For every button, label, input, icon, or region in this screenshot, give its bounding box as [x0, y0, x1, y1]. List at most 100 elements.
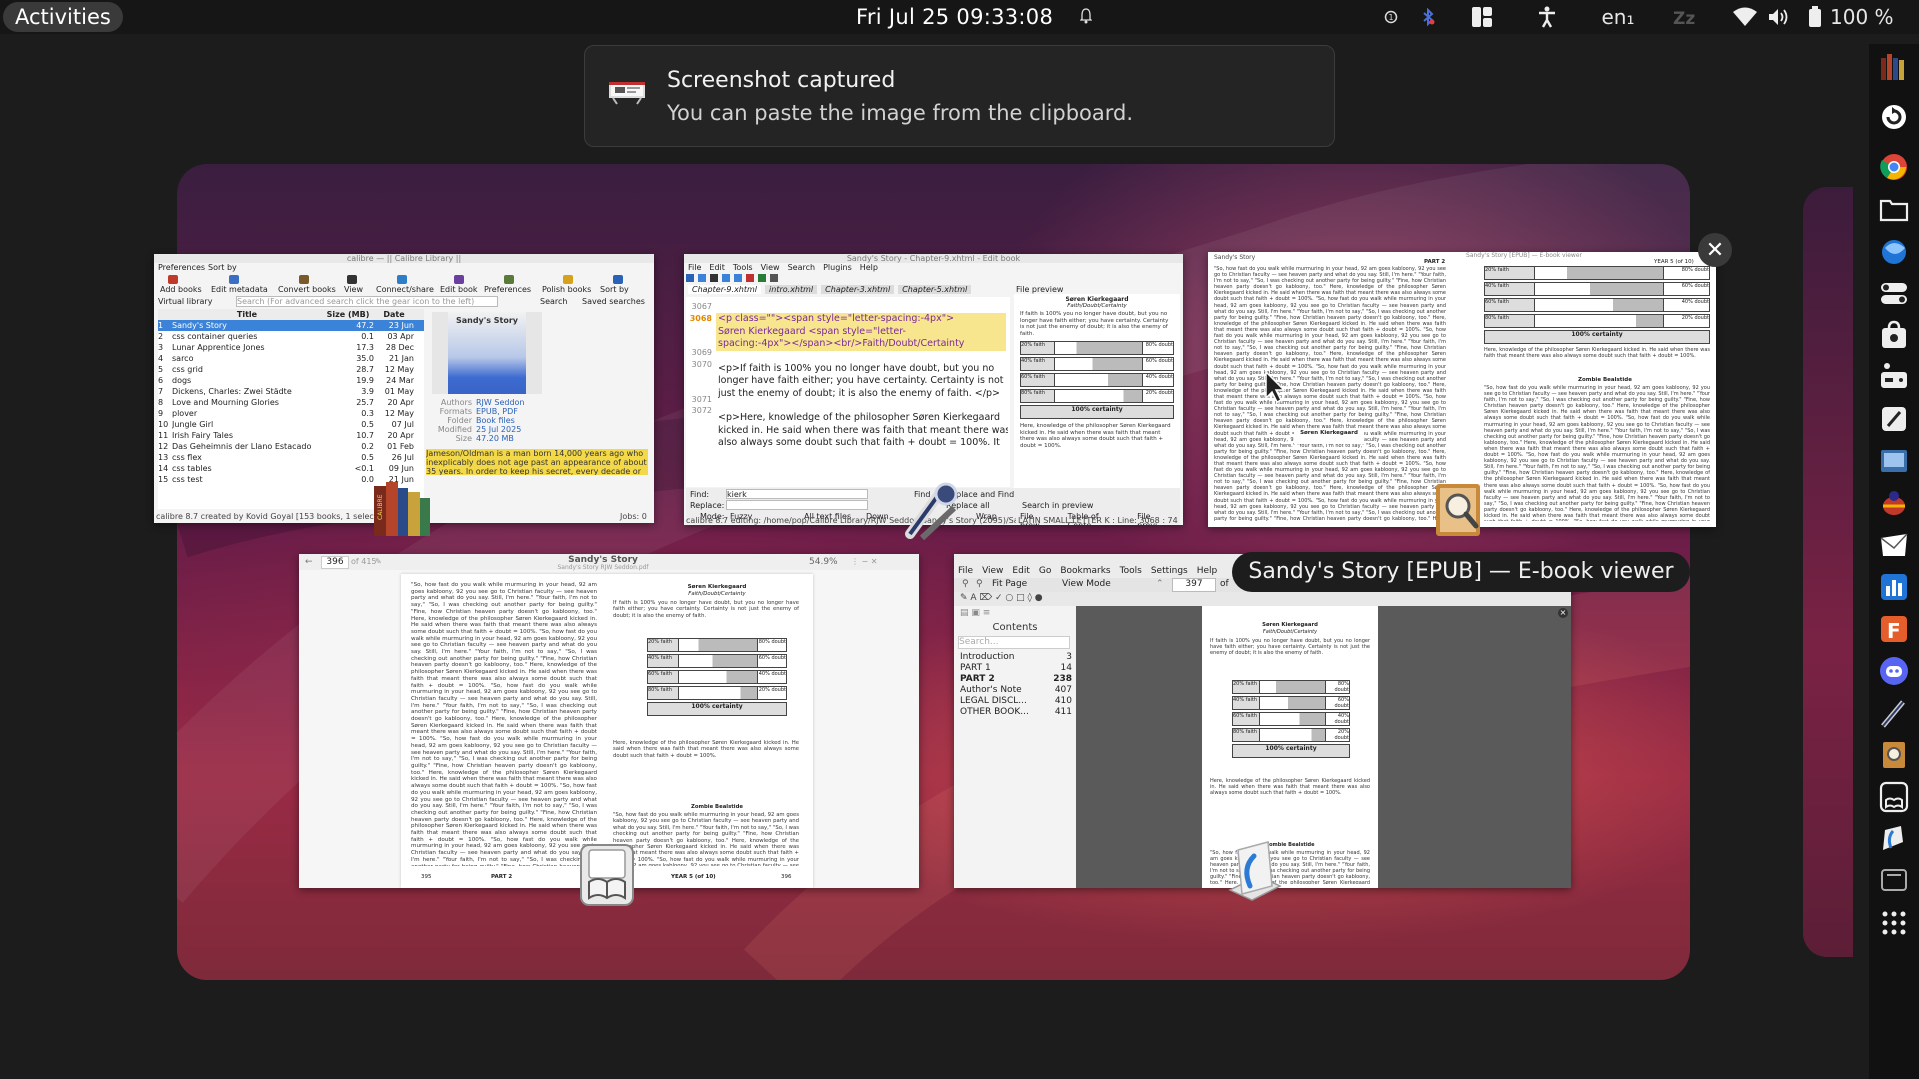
toolbar-edit-book[interactable]: Edit book: [440, 285, 478, 294]
detail-value[interactable]: RJW Seddon: [476, 398, 525, 407]
battery-percentage[interactable]: 100 %: [1830, 0, 1910, 34]
toolbar-sort-by[interactable]: Sort by: [600, 285, 629, 294]
table-row[interactable]: 6 dogs 19.9 24 Mar: [158, 375, 424, 386]
sleep-icon[interactable]: Zz: [1670, 0, 1700, 34]
close-sidebar-icon[interactable]: ×: [1558, 608, 1568, 618]
chrome-icon[interactable]: [1877, 150, 1911, 184]
font-icon[interactable]: F: [1877, 612, 1911, 646]
zoom-out-icon[interactable]: ⚲: [976, 579, 983, 589]
toggle-icon[interactable]: [1877, 276, 1911, 310]
discord-icon[interactable]: [1877, 654, 1911, 688]
save-icon[interactable]: [710, 274, 718, 282]
window-pdf-reader[interactable]: ← 396 of 415 ✎ Sandy's Story Sandy's Sto…: [299, 554, 919, 888]
toc-item[interactable]: PART 2 238: [960, 674, 1072, 685]
toc-item[interactable]: LEGAL DISCL... 410: [960, 696, 1072, 707]
saved-searches-button[interactable]: Saved searches: [582, 297, 645, 306]
menu-preferences[interactable]: Preferences: [158, 263, 205, 272]
toolbar-convert-books[interactable]: Convert books: [278, 285, 336, 294]
menu-sort-by[interactable]: Sort by: [208, 263, 237, 272]
page-number-input[interactable]: 396: [321, 556, 349, 569]
next-workspace-preview[interactable]: [1803, 187, 1853, 957]
mail-icon[interactable]: [1877, 528, 1911, 562]
editor-menu-item[interactable]: Tools: [733, 263, 753, 272]
table-row[interactable]: 2 css container queries 0.1 03 Apr: [158, 331, 424, 342]
table-row[interactable]: 5 css grid 28.7 12 May: [158, 364, 424, 375]
toc-item[interactable]: Introduction 3: [960, 652, 1072, 663]
reader-icon[interactable]: [1877, 780, 1911, 814]
accessibility-icon[interactable]: [1534, 0, 1560, 34]
table-row[interactable]: 11 Irish Fairy Tales 10.7 20 Apr: [158, 430, 424, 441]
preview-search-input[interactable]: Search in preview: [1022, 501, 1093, 510]
heart-icon[interactable]: [746, 274, 754, 282]
open-icon[interactable]: [698, 274, 706, 282]
detail-value[interactable]: Book files: [476, 416, 515, 425]
editor-menu-item[interactable]: Plugins: [823, 263, 852, 272]
editor-menu-item[interactable]: Search: [788, 263, 815, 272]
okular-menu-item[interactable]: File: [958, 566, 973, 576]
view-mode-select[interactable]: View Mode: [1062, 579, 1111, 589]
okular-menu-item[interactable]: Edit: [1012, 566, 1029, 576]
okular-menu-item[interactable]: Settings: [1151, 566, 1188, 576]
okular-dock-icon[interactable]: [1877, 822, 1911, 856]
window-document-viewer[interactable]: File View Edit Go Bookmarks Tools Settings Help…: [954, 554, 1571, 888]
table-row[interactable]: 12 Das Geheimnis der Llano Estacado 0.2 01 …: [158, 441, 424, 452]
editor-menu-item[interactable]: Edit: [709, 263, 725, 272]
files-icon[interactable]: [1877, 192, 1911, 226]
column-date[interactable]: Date: [374, 310, 414, 319]
search-button[interactable]: Search: [540, 297, 567, 306]
bluetooth-icon[interactable]: [1416, 0, 1440, 34]
toolbar-connect-share[interactable]: Connect/share: [376, 285, 434, 294]
check-icon[interactable]: [758, 274, 766, 282]
back-icon[interactable]: ←: [305, 557, 313, 567]
refresh-icon[interactable]: [1877, 100, 1911, 134]
ebook-icon[interactable]: [1877, 738, 1911, 772]
table-row[interactable]: 14 css tables <0.1 09 Jun: [158, 463, 424, 474]
annotation-tools[interactable]: ✎ A ⌦ ✓ ○ □ ◊ ●: [960, 593, 1043, 603]
column-title[interactable]: Title: [172, 310, 322, 319]
editor-menu-item[interactable]: File: [688, 263, 701, 272]
pdf-page[interactable]: "So, how fast do you walk while murmurin…: [401, 574, 813, 888]
replace-input[interactable]: [726, 500, 868, 510]
toolbar-add-books[interactable]: Add books: [160, 285, 202, 294]
wifi-icon[interactable]: [1731, 0, 1759, 34]
toc-item[interactable]: PART 1 14: [960, 663, 1072, 674]
zoom-level[interactable]: 54.9%: [809, 557, 838, 567]
notification-dot-icon[interactable]: 1: [1380, 0, 1402, 34]
text-editor-icon[interactable]: [1877, 402, 1911, 436]
zoom-in-icon[interactable]: ⚲: [962, 579, 969, 589]
table-row[interactable]: 1 Sandy's Story 47.2 23 Jun: [158, 320, 424, 331]
contents-search[interactable]: Search...: [958, 636, 1070, 649]
undo-icon[interactable]: [722, 274, 730, 282]
book-cover[interactable]: Sandy's Story: [448, 312, 526, 394]
toolbar-preferences[interactable]: Preferences: [484, 285, 531, 294]
thunderbird-icon[interactable]: [1877, 234, 1911, 268]
okular-page-input[interactable]: 397: [1172, 578, 1216, 592]
table-row[interactable]: 7 Dickens, Charles: Zwei Städte 3.9 01 May: [158, 386, 424, 397]
software-center-icon[interactable]: [1877, 318, 1911, 352]
library-search-input[interactable]: Search (For advanced search click the ge…: [236, 296, 498, 307]
table-row[interactable]: 9 plover 0.3 12 May: [158, 408, 424, 419]
table-row[interactable]: 10 Jungle Girl 0.5 07 Jul: [158, 419, 424, 430]
activities-button[interactable]: Activities: [3, 2, 123, 32]
okular-menu-item[interactable]: Bookmarks: [1060, 566, 1110, 576]
hdd-icon[interactable]: [1877, 360, 1911, 394]
keyboard-layout[interactable]: en₁: [1596, 0, 1640, 34]
toolbar-view[interactable]: View: [344, 285, 363, 294]
screenshot-notification[interactable]: Screenshot captured You can paste the im…: [584, 45, 1335, 147]
table-row[interactable]: 8 Love and Mourning Glories 25.7 20 Apr: [158, 397, 424, 408]
toolbar-polish-books[interactable]: Polish books: [542, 285, 591, 294]
document-area[interactable]: Søren Kierkegaard Faith/Doubt/Certainty …: [1076, 606, 1571, 888]
okular-menu-item[interactable]: Tools: [1120, 566, 1142, 576]
toc-item[interactable]: Author's Note 407: [960, 685, 1072, 696]
toolbar-edit-metadata[interactable]: Edit metadata: [211, 285, 268, 294]
jobs-indicator[interactable]: Jobs: 0: [620, 512, 647, 521]
table-row[interactable]: 13 css flex 0.5 26 Jul: [158, 452, 424, 463]
volume-icon[interactable]: [1766, 0, 1792, 34]
editor-tab[interactable]: Chapter-9.xhtml: [688, 285, 762, 294]
code-editor[interactable]: 3067 3068 3069 3070 3071 3072 <p class=""><…: [686, 297, 1010, 487]
quill-icon[interactable]: [1877, 696, 1911, 730]
okular-menu-item[interactable]: View: [982, 566, 1003, 576]
close-window-button[interactable]: ✕: [1698, 233, 1732, 267]
table-row[interactable]: 4 sarco 35.0 21 Jan: [158, 353, 424, 364]
editor-tab[interactable]: intro.xhtml: [765, 285, 818, 294]
